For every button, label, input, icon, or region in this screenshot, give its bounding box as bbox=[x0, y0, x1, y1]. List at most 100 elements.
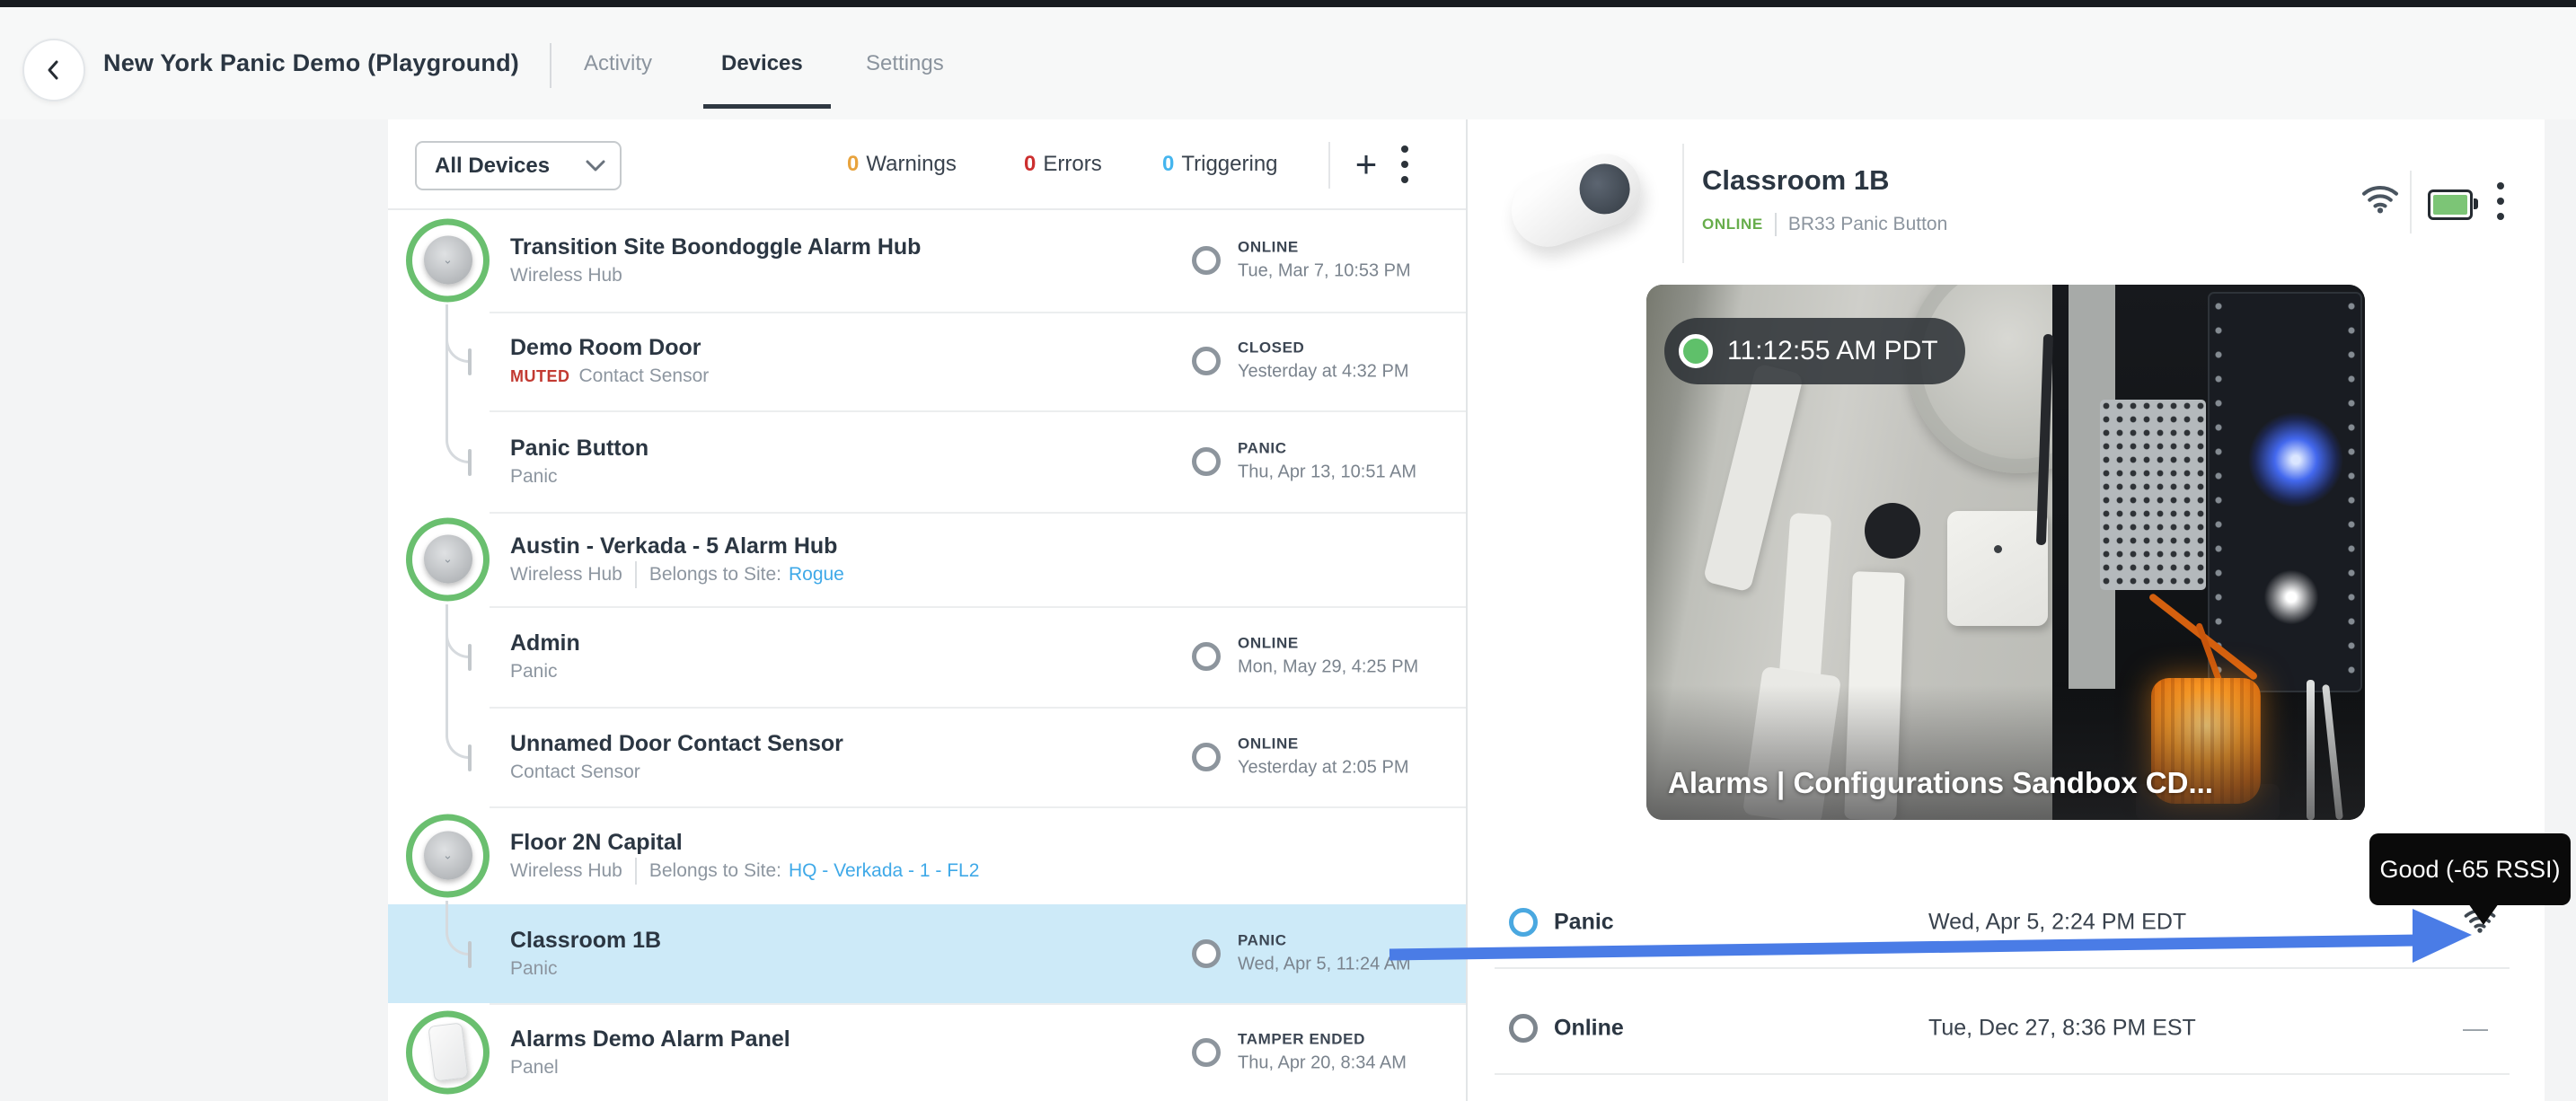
device-filter-dropdown[interactable]: All Devices bbox=[415, 141, 622, 190]
status-ring-icon bbox=[1192, 447, 1221, 476]
device-type: Wireless Hub bbox=[510, 262, 622, 289]
title-divider bbox=[550, 43, 551, 88]
device-row-austin-hub[interactable]: ⌄ Austin - Verkada - 5 Alarm Hub Wireles… bbox=[388, 512, 1466, 606]
device-type: Panic bbox=[510, 956, 558, 982]
status-ring-icon bbox=[1192, 246, 1221, 275]
device-type: Wireless Hub bbox=[510, 858, 622, 885]
device-row-admin[interactable]: Admin Panic ONLINE Mon, May 29, 4:25 PM bbox=[388, 606, 1466, 707]
device-status: PANIC Thu, Apr 13, 10:51 AM bbox=[1238, 437, 1416, 485]
device-list-panel: All Devices 0 Warnings 0 Errors 0 Trigge… bbox=[388, 119, 1468, 1101]
event-row-panic[interactable]: Panic Wed, Apr 5, 2:24 PM EDT bbox=[1468, 877, 2510, 967]
device-status: ONLINE Yesterday at 2:05 PM bbox=[1238, 733, 1409, 780]
detail-header-divider bbox=[1682, 144, 1684, 263]
event-row-online[interactable]: Online Tue, Dec 27, 8:36 PM EST — bbox=[1468, 983, 2510, 1073]
camera-scene-blue-led bbox=[2246, 410, 2345, 509]
status-time: Wed, Apr 5, 11:24 AM bbox=[1238, 952, 1411, 978]
event-time: Tue, Dec 27, 8:36 PM EST bbox=[1928, 1016, 2196, 1042]
site-label: Belongs to Site: bbox=[635, 858, 781, 885]
device-row-text: Panic Button Panic bbox=[510, 433, 648, 490]
device-row-floor-2n-capital[interactable]: ⌄ Floor 2N Capital Wireless Hub Belongs … bbox=[388, 806, 1466, 904]
live-dot-icon bbox=[1679, 334, 1713, 368]
triggering-label: Triggering bbox=[1181, 152, 1277, 177]
device-row-text: Unnamed Door Contact Sensor Contact Sens… bbox=[510, 728, 843, 786]
device-row-demo-room-door[interactable]: Demo Room Door MUTED Contact Sensor CLOS… bbox=[388, 312, 1466, 410]
wireless-hub-icon: ⌄ bbox=[406, 218, 490, 302]
alarm-panel-icon bbox=[406, 1010, 490, 1094]
add-device-button[interactable]: + bbox=[1344, 119, 1389, 208]
device-row-text: Austin - Verkada - 5 Alarm Hub Wireless … bbox=[510, 531, 844, 588]
device-name: Austin - Verkada - 5 Alarm Hub bbox=[510, 531, 844, 561]
status-label: TAMPER ENDED bbox=[1238, 1028, 1407, 1050]
online-ring-icon bbox=[1509, 1014, 1538, 1043]
device-row-text: Demo Room Door MUTED Contact Sensor bbox=[510, 332, 709, 390]
device-status: ONLINE Mon, May 29, 4:25 PM bbox=[1238, 633, 1418, 681]
device-type: Panic bbox=[510, 658, 558, 685]
tab-devices[interactable]: Devices bbox=[721, 7, 803, 119]
status-time: Yesterday at 4:32 PM bbox=[1238, 359, 1409, 385]
device-type: Contact Sensor bbox=[510, 759, 640, 786]
device-row-text: Transition Site Boondoggle Alarm Hub Wir… bbox=[510, 232, 921, 289]
device-row-text: Classroom 1B Panic bbox=[510, 925, 661, 982]
no-signal-dash: — bbox=[2463, 1014, 2488, 1043]
event-label: Panic bbox=[1554, 910, 1614, 936]
panic-button-photo bbox=[1506, 148, 1650, 256]
site-link[interactable]: HQ - Verkada - 1 - FL2 bbox=[789, 858, 979, 885]
status-label: CLOSED bbox=[1238, 338, 1409, 359]
wifi-signal-icon[interactable] bbox=[2360, 182, 2400, 219]
warnings-count: 0 bbox=[847, 152, 859, 177]
device-row-panic-button[interactable]: Panic Button Panic PANIC Thu, Apr 13, 10… bbox=[388, 410, 1466, 512]
chevron-down-icon bbox=[586, 160, 605, 172]
device-row-unnamed-contact[interactable]: Unnamed Door Contact Sensor Contact Sens… bbox=[388, 707, 1466, 806]
device-row-transition-site-hub[interactable]: ⌄ Transition Site Boondoggle Alarm Hub W… bbox=[388, 208, 1466, 312]
status-ring-icon bbox=[1192, 743, 1221, 771]
event-time: Wed, Apr 5, 2:24 PM EDT bbox=[1928, 910, 2186, 936]
video-timestamp-pill: 11:12:55 AM PDT bbox=[1664, 318, 1965, 384]
tree-connector-tick bbox=[468, 644, 472, 671]
device-row-alarms-demo-panel[interactable]: Alarms Demo Alarm Panel Panel TAMPER END… bbox=[388, 1003, 1466, 1101]
status-label: ONLINE bbox=[1238, 236, 1411, 258]
back-button[interactable] bbox=[22, 39, 85, 101]
site-label: Belongs to Site: bbox=[635, 561, 781, 588]
list-menu-button[interactable] bbox=[1401, 119, 1408, 208]
status-time: Mon, May 29, 4:25 PM bbox=[1238, 655, 1418, 681]
status-ring-icon bbox=[1192, 347, 1221, 375]
device-row-text: Floor 2N Capital Wireless Hub Belongs to… bbox=[510, 827, 979, 885]
status-ring-icon bbox=[1192, 642, 1221, 671]
row-divider bbox=[1495, 967, 2510, 969]
errors-counter: 0 Errors bbox=[1024, 119, 1102, 208]
device-name: Unnamed Door Contact Sensor bbox=[510, 728, 843, 759]
device-type: Contact Sensor bbox=[579, 363, 710, 390]
kebab-icon bbox=[1401, 145, 1408, 183]
detail-menu-button[interactable] bbox=[2497, 182, 2504, 220]
tree-connector-tick bbox=[468, 744, 472, 771]
status-ring-icon bbox=[1192, 1038, 1221, 1067]
panic-ring-icon bbox=[1509, 908, 1538, 937]
errors-count: 0 bbox=[1024, 152, 1036, 177]
status-time: Thu, Apr 20, 8:34 AM bbox=[1238, 1050, 1407, 1076]
tab-settings[interactable]: Settings bbox=[866, 7, 944, 119]
camera-scene-sensor bbox=[1947, 511, 2048, 626]
device-row-classroom-1b[interactable]: Classroom 1B Panic PANIC Wed, Apr 5, 11:… bbox=[388, 904, 1466, 1003]
muted-badge: MUTED bbox=[510, 363, 570, 390]
tree-connector-tick bbox=[468, 348, 472, 375]
device-row-text: Alarms Demo Alarm Panel Panel bbox=[510, 1024, 790, 1081]
status-label: PANIC bbox=[1238, 930, 1411, 952]
status-time: Tue, Mar 7, 10:53 PM bbox=[1238, 258, 1411, 284]
detail-device-model: BR33 Panic Button bbox=[1788, 214, 1947, 235]
tooltip-caret bbox=[2468, 903, 2499, 925]
device-filter-label: All Devices bbox=[435, 154, 550, 179]
site-link[interactable]: Rogue bbox=[789, 561, 844, 588]
header-icons-divider bbox=[2410, 171, 2412, 233]
device-status: ONLINE Tue, Mar 7, 10:53 PM bbox=[1238, 236, 1411, 284]
wireless-hub-icon: ⌄ bbox=[406, 814, 490, 897]
device-name: Classroom 1B bbox=[510, 925, 661, 956]
device-name: Admin bbox=[510, 628, 580, 658]
status-label: ONLINE bbox=[1238, 733, 1409, 754]
camera-thumbnail[interactable]: 11:12:55 AM PDT Alarms | Configurations … bbox=[1646, 285, 2365, 820]
tab-activity[interactable]: Activity bbox=[584, 7, 652, 119]
warnings-counter: 0 Warnings bbox=[847, 119, 957, 208]
active-tab-underline bbox=[703, 104, 831, 109]
device-status: CLOSED Yesterday at 4:32 PM bbox=[1238, 338, 1409, 385]
device-type: Panel bbox=[510, 1054, 559, 1081]
detail-subtitle: ONLINE BR33 Panic Button bbox=[1702, 213, 1947, 236]
